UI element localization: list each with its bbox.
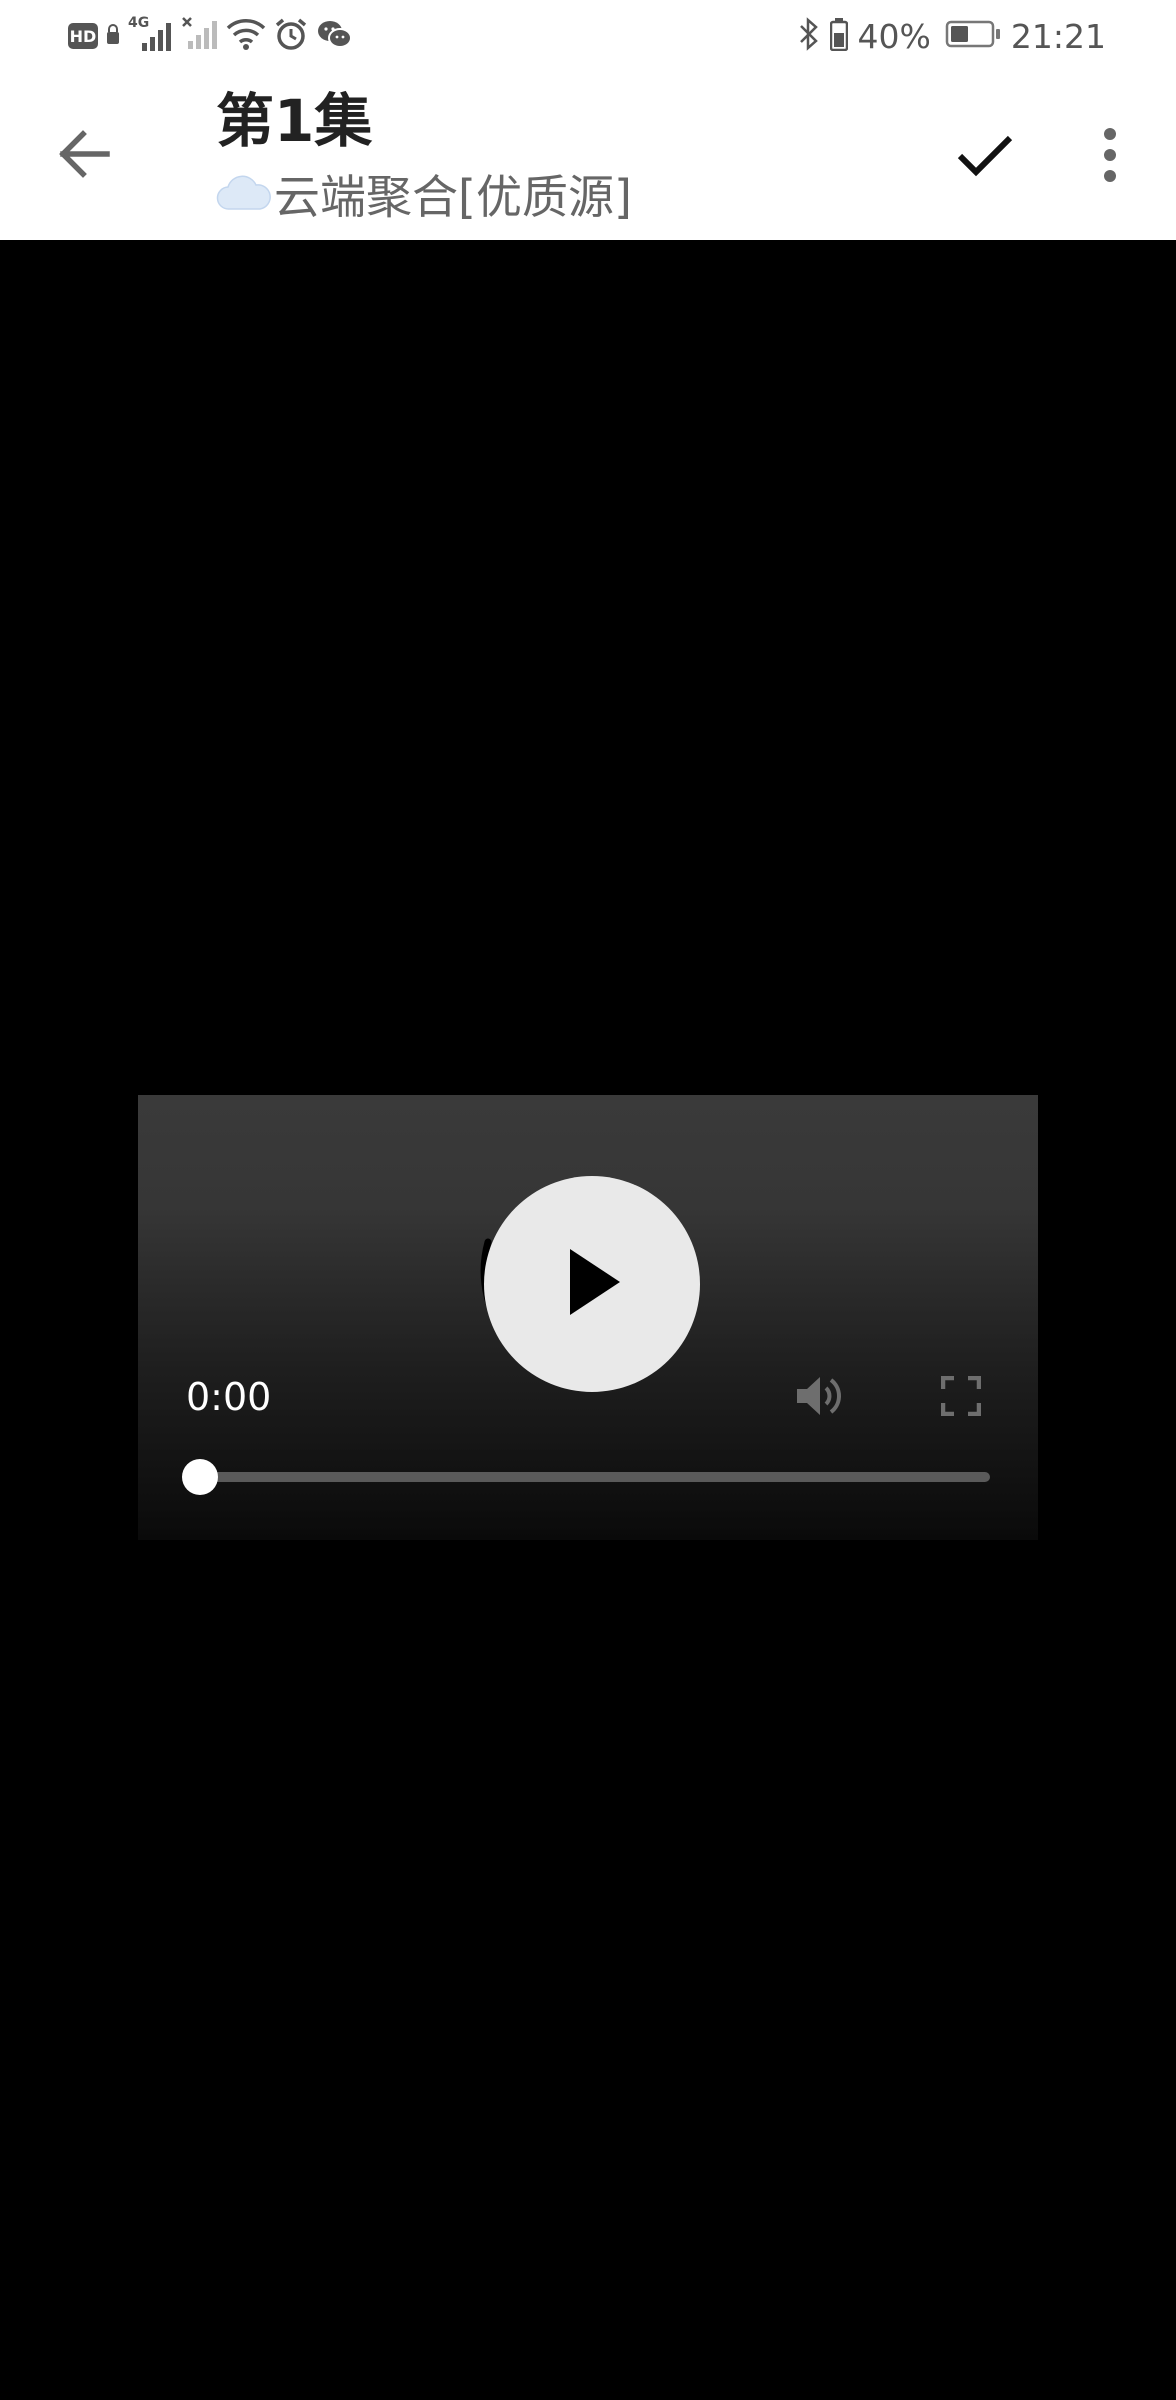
volume-button[interactable] [790,1370,846,1426]
app-bar: 第1集 云端聚合[优质源] [0,72,1176,240]
back-arrow-icon [57,127,111,185]
cloud-icon [216,172,272,223]
confirm-button[interactable] [950,122,1020,192]
current-time: 0:00 [186,1375,272,1419]
volume-icon [792,1370,844,1426]
back-button[interactable] [50,122,118,190]
wifi-icon [226,17,266,55]
alarm-icon [274,17,308,55]
seek-thumb[interactable] [182,1459,218,1495]
check-icon [956,132,1014,182]
status-time: 21:21 [1010,16,1106,56]
hd-icon: HD [68,23,98,49]
page-title: 第1集 [216,87,373,155]
fullscreen-icon [940,1375,982,1420]
no-signal-icon [182,17,218,55]
fullscreen-button[interactable] [938,1375,984,1421]
battery-saver-icon [829,17,848,55]
video-player[interactable]: 0:00 [138,1095,1038,1540]
play-button[interactable] [484,1176,700,1392]
wechat-icon [316,18,352,54]
status-bar: HD 4G 40% 21:21 [0,0,1176,72]
seek-bar[interactable] [182,1459,990,1495]
bluetooth-icon [798,17,820,55]
more-vert-icon [1103,127,1117,187]
status-right: 40% 21:21 [798,14,1106,58]
source-label: 云端聚合[优质源] [274,170,632,224]
status-left: HD 4G [68,14,352,58]
signal-icon: 4G [128,15,174,53]
screen: HD 4G 40% 21:21 第1集 云端聚合[优质源] 0:00 [0,0,1176,2400]
battery-percent: 40% [857,16,931,56]
more-options-button[interactable] [1082,122,1138,192]
play-icon [562,1247,622,1321]
lock-icon [106,23,120,49]
battery-icon [945,19,1001,53]
subtitle: 云端聚合[优质源] [216,172,632,223]
